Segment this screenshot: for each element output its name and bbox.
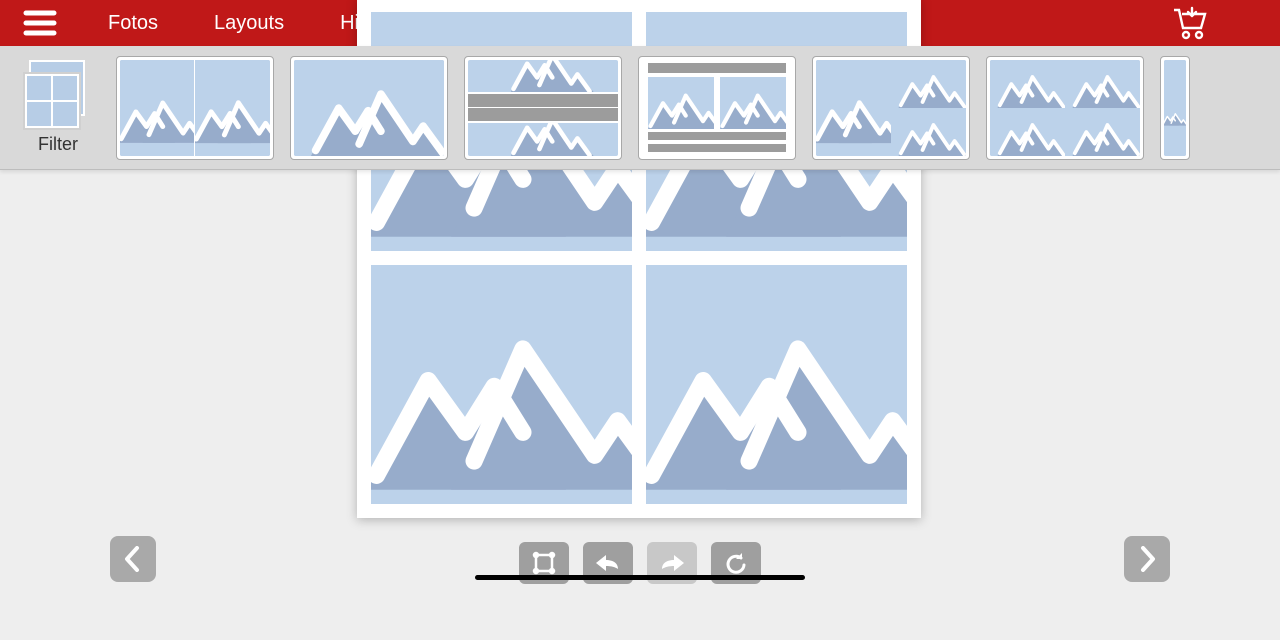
page-next-button[interactable] [1124, 536, 1170, 582]
page-prev-button[interactable] [110, 536, 156, 582]
layout-thumb-1[interactable] [116, 56, 274, 160]
layout-thumb-5[interactable] [812, 56, 970, 160]
menu-icon[interactable] [0, 9, 80, 37]
home-indicator [475, 575, 805, 580]
nav-item-fotos[interactable]: Fotos [80, 0, 186, 46]
layout-thumb-3[interactable] [464, 56, 622, 160]
photo-slot-4[interactable] [646, 265, 907, 504]
layout-thumbs [116, 56, 1280, 160]
layout-thumb-6[interactable] [986, 56, 1144, 160]
filter-label: Filter [38, 134, 78, 155]
layouts-bar: Filter [0, 46, 1280, 170]
filter-icon [23, 60, 93, 130]
layout-thumb-7[interactable] [1160, 56, 1190, 160]
nav-item-layouts[interactable]: Layouts [186, 0, 312, 46]
canvas-area [0, 170, 1280, 640]
photo-slot-3[interactable] [371, 265, 632, 504]
layout-thumb-4[interactable] [638, 56, 796, 160]
filter-button[interactable]: Filter [10, 60, 106, 155]
cart-icon[interactable] [1172, 6, 1210, 45]
layout-thumb-2[interactable] [290, 56, 448, 160]
